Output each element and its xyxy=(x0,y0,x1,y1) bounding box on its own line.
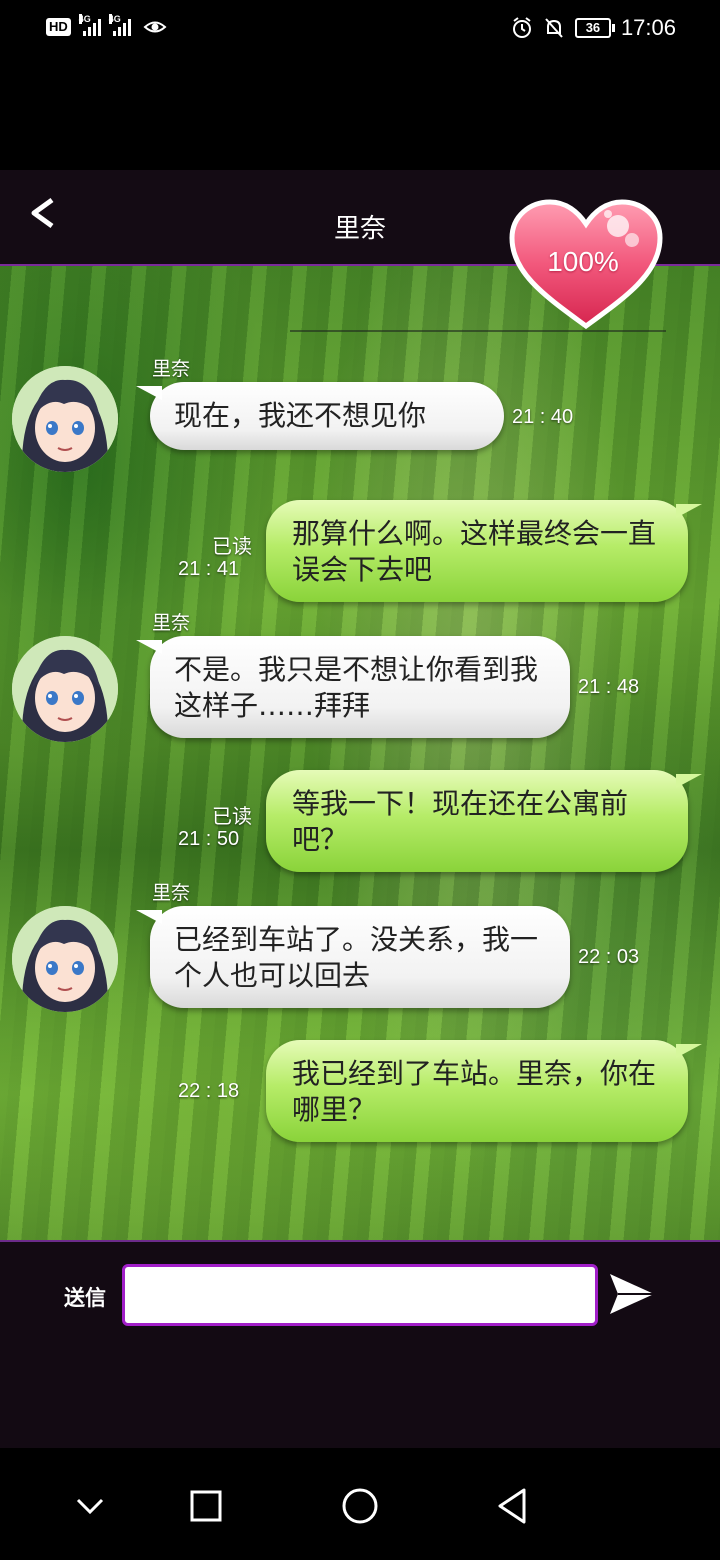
hd-icon: HD xyxy=(46,18,71,36)
nav-down-icon xyxy=(76,1498,104,1515)
nav-recents-button[interactable] xyxy=(184,1484,228,1528)
nav-home-icon xyxy=(342,1488,378,1524)
message-time: 21 : 48 xyxy=(578,676,640,698)
nav-back-icon xyxy=(498,1488,526,1524)
message-input[interactable] xyxy=(122,1264,598,1326)
avatar-image xyxy=(12,906,118,1012)
message-bubble-incoming: 已经到车站了。没关系，我一个人也可以回去 xyxy=(136,906,570,1008)
avatar[interactable] xyxy=(12,906,118,1012)
signal-icon: 4G xyxy=(108,14,131,36)
network-type-1: 4G xyxy=(78,14,91,24)
status-left: HD 4G 4G xyxy=(46,14,167,36)
message-bubble-outgoing: 我已经到了车站。里奈，你在哪里？ xyxy=(266,1040,702,1142)
message-bubble-outgoing: 那算什么啊。这样最终会一直误会下去吧 xyxy=(266,500,702,602)
read-receipt: 已读 xyxy=(212,804,252,828)
status-right: 36 17:06 xyxy=(511,15,676,41)
nav-home-button[interactable] xyxy=(338,1484,382,1528)
send-icon xyxy=(610,1274,654,1314)
send-button[interactable] xyxy=(608,1272,658,1318)
nav-down-button[interactable] xyxy=(68,1484,112,1528)
message-bubble-incoming: 现在，我还不想见你 xyxy=(136,382,504,450)
system-nav-bar xyxy=(0,1448,720,1560)
input-bar: 送信 xyxy=(0,1240,720,1450)
nav-back-button[interactable] xyxy=(490,1484,534,1528)
sender-name: 里奈 xyxy=(152,882,191,904)
mute-icon xyxy=(545,18,563,38)
message-time: 21 : 40 xyxy=(512,406,574,428)
avatar[interactable] xyxy=(12,636,118,742)
sender-name: 里奈 xyxy=(152,358,191,380)
signal-icon: 4G xyxy=(78,14,101,36)
top-spacer xyxy=(0,60,720,170)
eye-icon xyxy=(143,21,167,33)
message-bubble-outgoing: 等我一下！现在还在公寓前吧？ xyxy=(266,770,702,872)
chat-area[interactable]: 里奈 现在，我还不想见你 21 : 40 已读 21 : 41 那算什么啊。这样… xyxy=(0,266,720,1240)
send-label: 送信 xyxy=(64,1286,106,1310)
nav-recents-icon xyxy=(190,1490,222,1522)
avatar-image xyxy=(12,366,118,472)
avatar-image xyxy=(12,636,118,742)
message-bubble-incoming: 不是。我只是不想让你看到我这样子……拜拜 xyxy=(136,636,570,738)
message-time: 22 : 03 xyxy=(578,946,640,968)
message-time: 21 : 50 xyxy=(178,828,240,850)
alarm-icon xyxy=(512,17,531,38)
network-type-2: 4G xyxy=(108,14,121,24)
affection-meter: 100% xyxy=(508,198,664,332)
read-receipt: 已读 xyxy=(212,534,252,558)
status-bar: HD 4G 4G 36 17:06 xyxy=(0,0,720,60)
sender-name: 里奈 xyxy=(152,612,191,634)
message-time: 21 : 41 xyxy=(178,558,240,580)
clock: 17:06 xyxy=(620,15,676,40)
affection-percent: 100% xyxy=(547,246,619,277)
avatar[interactable] xyxy=(12,366,118,472)
message-time: 22 : 18 xyxy=(178,1080,240,1102)
battery-icon: 36 xyxy=(574,18,615,38)
